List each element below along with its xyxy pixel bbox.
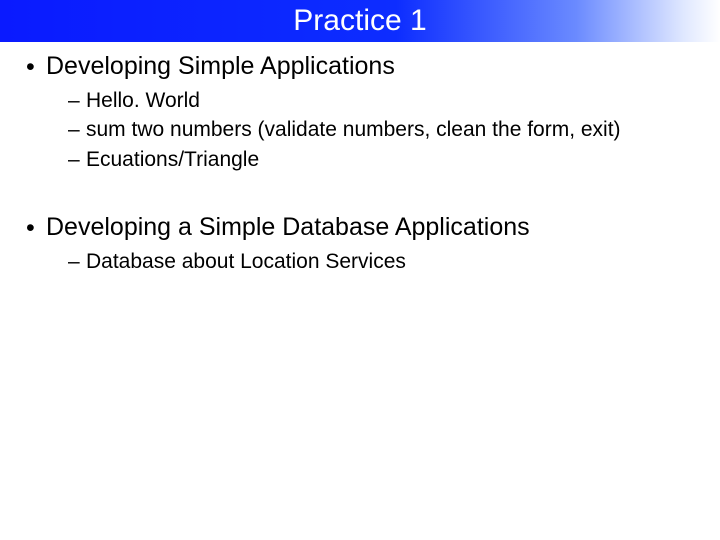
list-item: sum two numbers (validate numbers, clean… bbox=[68, 116, 696, 143]
list-item-text: Database about Location Services bbox=[86, 250, 406, 273]
slide: Practice 1 Developing Simple Application… bbox=[0, 0, 720, 540]
list-item: Ecuations/Triangle bbox=[68, 146, 696, 173]
slide-content: Developing Simple Applications Hello. Wo… bbox=[0, 42, 720, 275]
section-heading: Developing Simple Applications Hello. Wo… bbox=[24, 52, 696, 173]
sub-list: Hello. World sum two numbers (validate n… bbox=[46, 87, 696, 173]
slide-title: Practice 1 bbox=[293, 4, 426, 37]
bullet-list: Developing Simple Applications Hello. Wo… bbox=[24, 52, 696, 173]
section-heading: Developing a Simple Database Application… bbox=[24, 213, 696, 275]
list-item-text: Ecuations/Triangle bbox=[86, 148, 259, 171]
title-bar: Practice 1 bbox=[0, 0, 720, 42]
bullet-list: Developing a Simple Database Application… bbox=[24, 213, 696, 275]
section-heading-text: Developing a Simple Database Application… bbox=[46, 213, 530, 241]
list-item: Database about Location Services bbox=[68, 248, 696, 275]
spacer bbox=[24, 175, 696, 213]
list-item-text: sum two numbers (validate numbers, clean… bbox=[86, 118, 621, 141]
sub-list: Database about Location Services bbox=[46, 248, 696, 275]
list-item: Hello. World bbox=[68, 87, 696, 114]
list-item-text: Hello. World bbox=[86, 89, 200, 112]
section-heading-text: Developing Simple Applications bbox=[46, 52, 395, 80]
